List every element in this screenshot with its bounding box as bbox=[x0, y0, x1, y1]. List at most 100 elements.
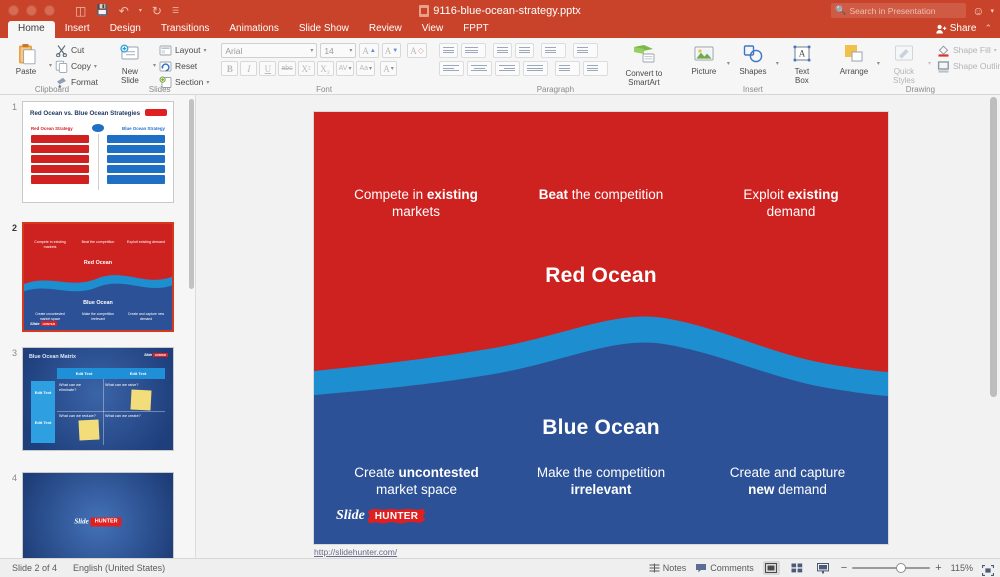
maximize-window-button[interactable] bbox=[44, 5, 55, 16]
thumbnail-slide-4[interactable]: 4 Slide HUNTER bbox=[4, 472, 174, 558]
increase-font-size-button[interactable]: A▲ bbox=[359, 43, 378, 58]
thumbnail-pane-scrollbar[interactable] bbox=[189, 97, 194, 556]
undo-dropdown-icon[interactable]: ▾ bbox=[139, 8, 142, 14]
paste-button[interactable]: Paste bbox=[6, 41, 46, 76]
new-presentation-icon[interactable]: ◫ bbox=[75, 5, 86, 17]
customize-toolbar-icon[interactable]: ☰ bbox=[172, 7, 179, 15]
new-slide-button[interactable]: New Slide bbox=[110, 41, 150, 85]
fit-slide-to-window-button[interactable] bbox=[982, 563, 994, 574]
shape-outline-button[interactable]: Shape Outline bbox=[937, 59, 1000, 73]
bold-button[interactable]: B bbox=[221, 61, 238, 76]
increase-indent-button[interactable] bbox=[515, 43, 534, 58]
char-spacing-glyph: AV bbox=[339, 65, 348, 72]
search-input[interactable]: 🔍 Search in Presentation bbox=[831, 3, 966, 18]
line-spacing-button[interactable] bbox=[541, 43, 566, 58]
subscript-button[interactable]: X₂ bbox=[317, 61, 334, 76]
decrease-indent-button[interactable] bbox=[493, 43, 512, 58]
shapes-dropdown-icon[interactable]: ▾ bbox=[776, 60, 779, 67]
thumbnail-canvas[interactable]: Slide HUNTER bbox=[22, 472, 174, 558]
slide-source-url[interactable]: http://slidehunter.com/ bbox=[314, 547, 397, 557]
italic-button[interactable]: I bbox=[240, 61, 257, 76]
paste-dropdown-icon[interactable]: ▾ bbox=[49, 62, 52, 69]
picture-button[interactable]: Picture bbox=[684, 41, 724, 76]
language-indicator[interactable]: English (United States) bbox=[73, 563, 165, 573]
tab-view[interactable]: View bbox=[412, 21, 454, 38]
superscript-button[interactable]: X² bbox=[298, 61, 315, 76]
align-left-button[interactable] bbox=[439, 61, 464, 76]
clear-formatting-button[interactable]: A◇ bbox=[407, 43, 427, 58]
zoom-knob[interactable] bbox=[896, 563, 906, 573]
shape-fill-dropdown-icon[interactable]: ▾ bbox=[994, 47, 997, 54]
align-text-button[interactable] bbox=[583, 61, 608, 76]
thumbnail-canvas[interactable]: Blue Ocean Matrix Slide HUNTER Edit Text… bbox=[22, 347, 174, 451]
thumbnail-slide-1[interactable]: 1 Red Ocean vs. Blue Ocean Strategies Re… bbox=[4, 101, 174, 203]
minimize-window-button[interactable] bbox=[26, 5, 37, 16]
save-icon[interactable]: 💾 bbox=[96, 6, 108, 16]
shape-fill-button[interactable]: Shape Fill ▾ bbox=[937, 43, 1000, 57]
character-spacing-button[interactable]: AV▾ bbox=[336, 61, 355, 76]
thumbnail-slide-2[interactable]: 2 Compete in existing markets Beat the c… bbox=[4, 222, 174, 332]
redo-icon[interactable]: ↻ bbox=[152, 5, 162, 17]
share-button[interactable]: Share bbox=[936, 23, 977, 34]
text-direction-button[interactable] bbox=[555, 61, 580, 76]
zoom-out-button[interactable]: − bbox=[841, 563, 847, 574]
copy-dropdown-icon[interactable]: ▾ bbox=[94, 63, 97, 70]
align-center-button[interactable] bbox=[467, 61, 492, 76]
zoom-level[interactable]: 115% bbox=[951, 563, 973, 573]
font-name-select[interactable]: Arial ▾ bbox=[221, 43, 317, 58]
arrange-dropdown-icon[interactable]: ▾ bbox=[877, 60, 880, 67]
quick-styles-button[interactable]: Quick Styles bbox=[883, 41, 925, 85]
layout-button[interactable]: Layout ▾ bbox=[159, 43, 209, 57]
copy-button[interactable]: Copy ▾ bbox=[55, 59, 98, 73]
notes-button[interactable]: Notes bbox=[649, 563, 687, 573]
shapes-button[interactable]: Shapes bbox=[733, 41, 773, 76]
tab-transitions[interactable]: Transitions bbox=[151, 21, 220, 38]
font-size-select[interactable]: 14 ▾ bbox=[320, 43, 356, 58]
tab-fppt[interactable]: FPPT bbox=[453, 21, 499, 38]
tab-review[interactable]: Review bbox=[359, 21, 412, 38]
tab-insert[interactable]: Insert bbox=[55, 21, 100, 38]
bullets-dropdown-button[interactable] bbox=[461, 43, 486, 58]
zoom-in-button[interactable]: + bbox=[935, 563, 941, 574]
tab-home[interactable]: Home bbox=[8, 21, 55, 38]
decrease-font-size-button[interactable]: A▼ bbox=[382, 43, 401, 58]
zoom-slider[interactable]: − + bbox=[841, 563, 942, 574]
close-window-button[interactable] bbox=[8, 5, 19, 16]
thumbnail-canvas[interactable]: Red Ocean vs. Blue Ocean Strategies Red … bbox=[22, 101, 174, 203]
align-right-button[interactable] bbox=[495, 61, 520, 76]
cut-button[interactable]: Cut bbox=[55, 43, 98, 57]
editor-vertical-scrollbar[interactable] bbox=[990, 97, 997, 556]
reset-button[interactable]: Reset bbox=[159, 59, 209, 73]
text-box-button[interactable]: A Text Box bbox=[782, 41, 822, 85]
undo-icon[interactable]: ↶ bbox=[119, 5, 129, 17]
slideshow-view-button[interactable] bbox=[815, 561, 832, 575]
layout-dropdown-icon[interactable]: ▾ bbox=[203, 47, 206, 54]
thumbnail-canvas[interactable]: Compete in existing markets Beat the com… bbox=[22, 222, 174, 332]
justify-button[interactable] bbox=[523, 61, 548, 76]
columns-button[interactable] bbox=[573, 43, 598, 58]
font-color-button[interactable]: A▾ bbox=[380, 61, 397, 76]
comments-button[interactable]: Comments bbox=[695, 563, 754, 573]
arrange-button[interactable]: Arrange bbox=[834, 41, 874, 76]
account-chevron-down-icon[interactable]: ▾ bbox=[990, 7, 994, 15]
change-case-button[interactable]: Aa▾ bbox=[356, 61, 375, 76]
bullets-button[interactable] bbox=[439, 43, 458, 58]
slide-canvas[interactable]: Compete in existing markets Beat the com… bbox=[314, 112, 888, 544]
slide-thumbnail-pane[interactable]: 1 Red Ocean vs. Blue Ocean Strategies Re… bbox=[0, 95, 196, 558]
zoom-track[interactable] bbox=[852, 567, 930, 569]
tab-animations[interactable]: Animations bbox=[219, 21, 288, 38]
new-slide-dropdown-icon[interactable]: ▾ bbox=[153, 62, 156, 69]
quick-styles-dropdown-icon[interactable]: ▾ bbox=[928, 60, 931, 67]
slide-sorter-view-button[interactable] bbox=[789, 561, 806, 575]
normal-view-button[interactable] bbox=[763, 561, 780, 575]
convert-to-smartart-button[interactable]: Convert to SmartArt bbox=[616, 43, 672, 87]
strikethrough-button[interactable]: abc bbox=[278, 61, 295, 76]
tab-slide-show[interactable]: Slide Show bbox=[289, 21, 359, 38]
tab-design[interactable]: Design bbox=[100, 21, 151, 38]
thumbnail-slide-3[interactable]: 3 Blue Ocean Matrix Slide HUNTER Edit Te… bbox=[4, 347, 174, 451]
picture-dropdown-icon[interactable]: ▾ bbox=[727, 60, 730, 67]
underline-button[interactable]: U bbox=[259, 61, 276, 76]
account-smiley-icon[interactable]: ☺ bbox=[972, 4, 984, 18]
comment-bubble-icon bbox=[695, 563, 707, 573]
collapse-ribbon-icon[interactable]: ⌃ bbox=[984, 23, 992, 34]
